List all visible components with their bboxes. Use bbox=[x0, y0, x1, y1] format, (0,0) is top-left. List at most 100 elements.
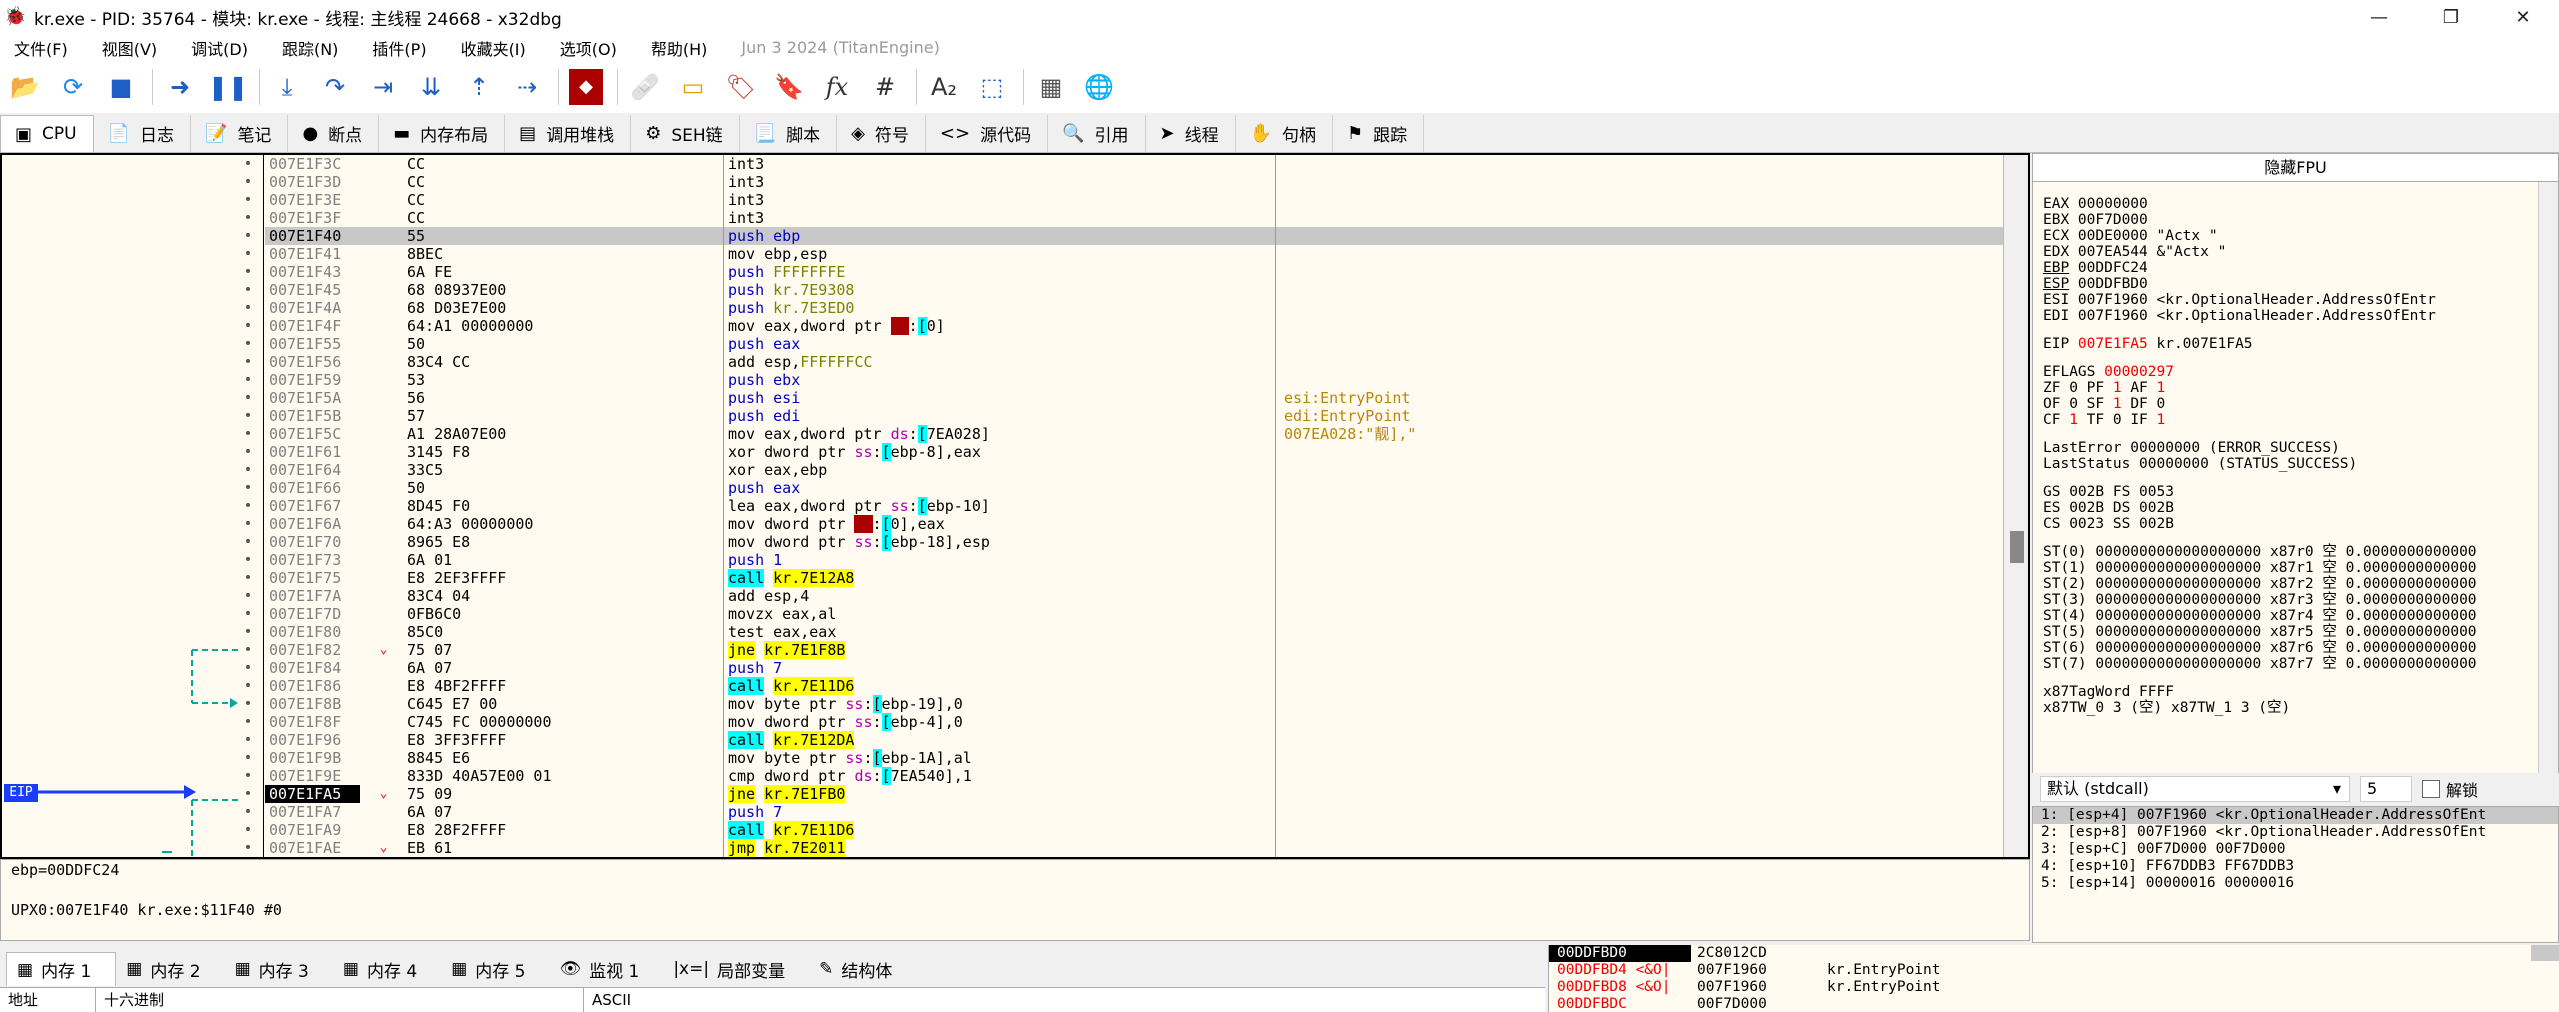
trace-over-icon[interactable]: ⇊ bbox=[414, 69, 448, 105]
breakpoint-dot[interactable]: • bbox=[238, 281, 258, 299]
open-folder-icon[interactable]: 📂 bbox=[8, 69, 42, 105]
dump-tab-2[interactable]: ▦ 内存 3 bbox=[225, 952, 333, 986]
register-line[interactable]: EIP 007E1FA5 kr.007E1FA5 bbox=[2033, 336, 2558, 352]
disasm-row[interactable]: 007E1F7A 83C4 04 add esp,4 bbox=[265, 587, 2003, 605]
breakpoint-dot[interactable]: • bbox=[238, 317, 258, 335]
bookmark-icon[interactable]: 🔖 bbox=[772, 69, 806, 105]
stack-row[interactable]: 00DDFBD0 2C8012CD bbox=[1549, 945, 2559, 962]
stack-row[interactable]: 00DDFBD8 <&O| 007F1960 kr.EntryPoint bbox=[1549, 979, 2559, 996]
scylla-icon[interactable]: ⬚ bbox=[975, 69, 1009, 105]
stack-arg-row[interactable]: 1: [esp+4] 007F1960 <kr.OptionalHeader.A… bbox=[2033, 807, 2558, 824]
dump-tab-1[interactable]: ▦ 内存 2 bbox=[116, 952, 224, 986]
stack-row[interactable]: 00DDFBD4 <&O| 007F1960 kr.EntryPoint bbox=[1549, 962, 2559, 979]
disasm-row[interactable]: 007E1F59 53 push ebx bbox=[265, 371, 2003, 389]
disasm-row[interactable]: 007E1F70 8965 E8 mov dword ptr ss:[ebp-18]… bbox=[265, 533, 2003, 551]
tab-11[interactable]: ➤ 线程 bbox=[1146, 115, 1236, 152]
disasm-row[interactable]: 007E1FA7 6A 07 push 7 bbox=[265, 803, 2003, 821]
breakpoint-dot[interactable]: • bbox=[238, 569, 258, 587]
breakpoint-dot[interactable]: • bbox=[238, 407, 258, 425]
stop-icon[interactable]: ■ bbox=[104, 69, 138, 105]
tab-9[interactable]: <> 源代码 bbox=[926, 115, 1049, 152]
register-line[interactable]: ES 002B DS 002B bbox=[2033, 500, 2558, 516]
breakpoint-dot[interactable]: • bbox=[238, 191, 258, 209]
breakpoint-dot[interactable]: • bbox=[238, 461, 258, 479]
menu-view[interactable]: 视图(V) bbox=[102, 36, 157, 60]
register-line[interactable]: EBX 00F7D000 bbox=[2033, 212, 2558, 228]
dump-tab-0[interactable]: ▦ 内存 1 bbox=[6, 952, 117, 986]
disasm-row[interactable]: 007E1F7D 0FB6C0 movzx eax,al bbox=[265, 605, 2003, 623]
breakpoint-dot[interactable]: • bbox=[238, 227, 258, 245]
disassembly-scrollbar[interactable] bbox=[2003, 155, 2028, 857]
step-into-icon[interactable]: ⤓ bbox=[270, 69, 304, 105]
breakpoint-dot[interactable]: • bbox=[238, 479, 258, 497]
disasm-row[interactable]: 007E1F5B 57 push edi edi:EntryPoint bbox=[265, 407, 2003, 425]
register-line[interactable]: EDI 007F1960 <kr.OptionalHeader.AddressO… bbox=[2033, 308, 2558, 324]
dump-tab-4[interactable]: ▦ 内存 5 bbox=[441, 952, 549, 986]
trace-into-icon[interactable]: ⇥ bbox=[366, 69, 400, 105]
register-line[interactable]: CS 0023 SS 002B bbox=[2033, 516, 2558, 532]
breakpoint-dot[interactable]: • bbox=[238, 839, 258, 857]
minimize-button[interactable]: — bbox=[2343, 0, 2415, 34]
register-line[interactable]: ST(5) 0000000000000000000 x87r5 空 0.0000… bbox=[2033, 624, 2558, 640]
register-line[interactable]: ECX 00DE0000 "Actx " bbox=[2033, 228, 2558, 244]
disasm-row[interactable]: 007E1F67 8D45 F0 lea eax,dword ptr ss:[ebp… bbox=[265, 497, 2003, 515]
tab-5[interactable]: ▤ 调用堆栈 bbox=[505, 115, 632, 152]
register-line[interactable]: ST(6) 0000000000000000000 x87r6 空 0.0000… bbox=[2033, 640, 2558, 656]
disasm-row[interactable]: 007E1F5C A1 28A07E00 mov eax,dword ptr ds:… bbox=[265, 425, 2003, 443]
disasm-row[interactable]: 007E1F3E CC int3 bbox=[265, 191, 2003, 209]
register-line[interactable]: x87TagWord FFFF bbox=[2033, 684, 2558, 700]
disasm-row[interactable]: 007E1F43 6A FE push FFFFFFFE bbox=[265, 263, 2003, 281]
breakpoint-dot[interactable]: • bbox=[238, 155, 258, 173]
breakpoint-dot[interactable]: • bbox=[238, 731, 258, 749]
disasm-row[interactable]: 007E1F66 50 push eax bbox=[265, 479, 2003, 497]
tab-6[interactable]: ⚙ SEH链 bbox=[631, 115, 740, 152]
hash-icon[interactable]: # bbox=[868, 69, 902, 105]
tab-4[interactable]: ▬ 内存布局 bbox=[379, 115, 506, 152]
disasm-row[interactable]: 007E1F8B C645 E7 00 mov byte ptr ss:[ebp-1… bbox=[265, 695, 2003, 713]
disasm-row[interactable]: 007E1F80 85C0 test eax,eax bbox=[265, 623, 2003, 641]
stack-arg-row[interactable]: 4: [esp+10] FF67DDB3 FF67DDB3 bbox=[2033, 858, 2558, 875]
calculator-icon[interactable]: ▦ bbox=[1034, 69, 1068, 105]
register-line[interactable]: EAX 00000000 bbox=[2033, 196, 2558, 212]
hide-fpu-button[interactable]: 隐藏FPU bbox=[2033, 154, 2558, 182]
disasm-row[interactable]: 007E1F8F C745 FC 00000000 mov dword ptr ss… bbox=[265, 713, 2003, 731]
stack-arg-row[interactable]: 2: [esp+8] 007F1960 <kr.OptionalHeader.A… bbox=[2033, 824, 2558, 841]
comment-icon[interactable]: ▭ bbox=[676, 69, 710, 105]
disasm-row[interactable]: 007E1F4A 68 D03E7E00 push kr.7E3ED0 bbox=[265, 299, 2003, 317]
tab-10[interactable]: 🔍 引用 bbox=[1048, 115, 1146, 152]
menu-help[interactable]: 帮助(H) bbox=[651, 36, 708, 60]
disasm-row[interactable]: 007E1FAE ⌄ EB 61 jmp kr.7E2011 bbox=[265, 839, 2003, 857]
breakpoint-dot[interactable]: • bbox=[238, 263, 258, 281]
breakpoint-dot[interactable]: • bbox=[238, 497, 258, 515]
dump-tab-7[interactable]: ✎ 结构体 bbox=[809, 952, 916, 986]
breakpoint-dot[interactable]: • bbox=[238, 209, 258, 227]
breakpoint-dot[interactable]: • bbox=[238, 425, 258, 443]
disasm-row[interactable]: 007E1F64 33C5 xor eax,ebp bbox=[265, 461, 2003, 479]
register-line[interactable]: ZF 0 PF 1 AF 1 bbox=[2033, 380, 2558, 396]
menu-debug[interactable]: 调试(D) bbox=[191, 36, 248, 60]
breakpoint-dot[interactable]: • bbox=[238, 713, 258, 731]
tab-1[interactable]: 📄 日志 bbox=[94, 115, 192, 152]
disasm-row[interactable]: 007E1F56 83C4 CC add esp,FFFFFFCC bbox=[265, 353, 2003, 371]
run-to-user-code-icon[interactable]: ⇢ bbox=[510, 69, 544, 105]
stack-row[interactable]: 00DDFBDC 00F7D000 bbox=[1549, 996, 2559, 1012]
breakpoint-dot[interactable]: • bbox=[238, 353, 258, 371]
disasm-row[interactable]: 007E1F55 50 push eax bbox=[265, 335, 2003, 353]
registers-scrollbar[interactable] bbox=[2538, 182, 2558, 782]
stack-scrollbar[interactable] bbox=[2531, 945, 2559, 961]
tab-8[interactable]: ◈ 符号 bbox=[837, 115, 926, 152]
disasm-row[interactable]: 007E1F45 68 08937E00 push kr.7E9308 bbox=[265, 281, 2003, 299]
tab-3[interactable]: ● 断点 bbox=[288, 115, 380, 152]
execute-till-return-icon[interactable]: ⇡ bbox=[462, 69, 496, 105]
call-convention-select[interactable]: 默认 (stdcall) ▾ bbox=[2040, 776, 2350, 802]
breakpoint-dots[interactable]: • • • • • • • • • • • • • • • • • • • • • • • • • • • • • • • • • • • • • • • bbox=[238, 155, 258, 857]
breakpoint-dot[interactable]: • bbox=[238, 785, 258, 803]
breakpoint-dot[interactable]: • bbox=[238, 821, 258, 839]
unlock-checkbox[interactable] bbox=[2422, 780, 2440, 798]
breakpoint-dot[interactable]: • bbox=[238, 335, 258, 353]
arg-count-spinner[interactable]: 5 bbox=[2360, 776, 2412, 802]
menu-options[interactable]: 选项(O) bbox=[560, 36, 617, 60]
stack-view[interactable]: 00DDFBD0 2C8012CD 00DDFBD4 <&O| 007F1960 kr.… bbox=[1548, 945, 2559, 1012]
breakpoint-dot[interactable]: • bbox=[238, 803, 258, 821]
register-line[interactable]: LastError 00000000 (ERROR_SUCCESS) bbox=[2033, 440, 2558, 456]
